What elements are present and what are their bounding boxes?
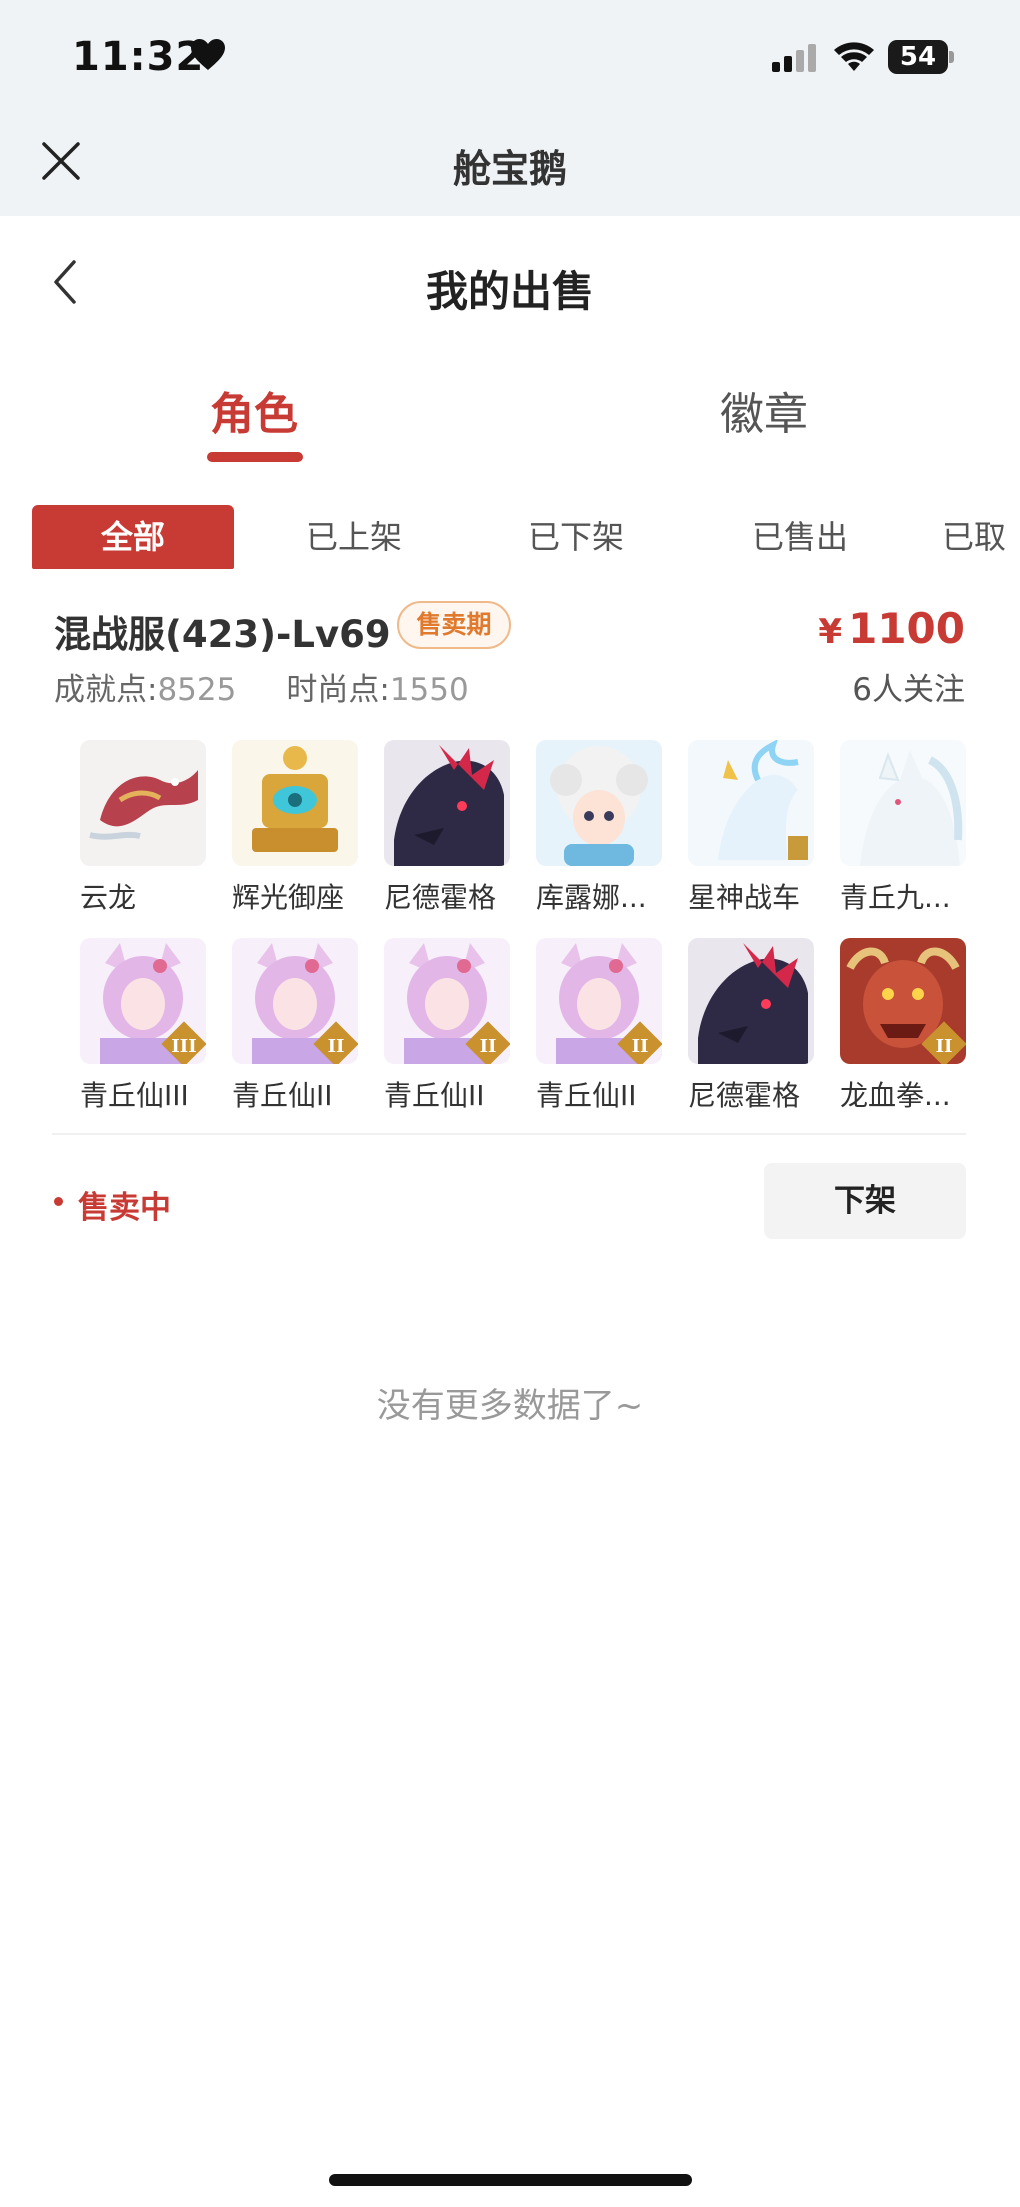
- item-label: 星神战车: [688, 881, 801, 914]
- grid-item[interactable]: 青丘九...: [840, 740, 968, 916]
- item-label: 青丘九...: [840, 881, 951, 914]
- star-chariot-icon: [688, 740, 814, 866]
- item-label: 青丘仙III: [80, 1079, 189, 1112]
- tier-badge: III: [171, 1036, 196, 1057]
- nidhogg-dragon-icon: [688, 938, 814, 1064]
- item-label: 辉光御座: [232, 881, 345, 914]
- grid-item[interactable]: III 青丘仙III: [80, 938, 208, 1114]
- cloud-dragon-icon: [80, 740, 206, 866]
- unlist-button[interactable]: 下架: [764, 1163, 966, 1239]
- battery-level: 54: [899, 42, 937, 72]
- followers-count: 6人关注: [852, 672, 965, 708]
- listing-title[interactable]: 混战服(423)-Lv69: [54, 604, 391, 658]
- tier-badge: II: [480, 1036, 497, 1057]
- sale-period-badge: 售卖期: [397, 601, 511, 649]
- kuluna-character-icon: [536, 740, 662, 866]
- home-indicator[interactable]: [329, 2174, 692, 2186]
- active-tab-indicator: [207, 452, 303, 462]
- item-label: 尼德霍格: [384, 881, 497, 914]
- item-label: 龙血拳...: [840, 1079, 951, 1112]
- top-bar: 11:32 54 舱宝鹅: [0, 0, 1020, 216]
- tab-badge[interactable]: 徽章: [664, 378, 864, 442]
- grid-item[interactable]: 云龙: [80, 740, 208, 916]
- cellular-signal-icon: [772, 44, 816, 72]
- item-label: 库露娜...: [536, 881, 647, 914]
- divider: [52, 1133, 966, 1135]
- tier-badge: II: [936, 1036, 953, 1057]
- fashion-label: 时尚点:: [286, 672, 390, 708]
- grid-item[interactable]: II 青丘仙II: [232, 938, 360, 1114]
- item-label: 青丘仙II: [536, 1079, 637, 1112]
- fox-fairy-icon: II: [384, 938, 510, 1064]
- filter-all[interactable]: 全部: [32, 505, 234, 569]
- grid-item[interactable]: 星神战车: [688, 740, 816, 916]
- item-label: 尼德霍格: [688, 1079, 801, 1112]
- grid-item[interactable]: 辉光御座: [232, 740, 360, 916]
- grid-item[interactable]: 尼德霍格: [384, 740, 512, 916]
- white-fox-icon: [840, 740, 966, 866]
- battery-icon: 54: [888, 40, 954, 74]
- fashion-value: 1550: [389, 672, 469, 708]
- achievement-label: 成就点:: [54, 672, 158, 708]
- filter-listed[interactable]: 已上架: [306, 505, 402, 569]
- grid-item[interactable]: 尼德霍格: [688, 938, 816, 1114]
- grid-item[interactable]: II 龙血拳...: [840, 938, 968, 1114]
- item-label: 青丘仙II: [232, 1079, 333, 1112]
- achievement-value: 8525: [157, 672, 237, 708]
- red-beast-icon: II: [840, 938, 966, 1064]
- item-label: 青丘仙II: [384, 1079, 485, 1112]
- listing-price: ¥1100: [818, 604, 965, 653]
- tab-role[interactable]: 角色: [154, 378, 354, 442]
- price-value: 1100: [848, 604, 965, 653]
- filter-cancelled[interactable]: 已取消: [942, 505, 1020, 569]
- listing-status: 售卖中: [78, 1190, 171, 1226]
- grid-item[interactable]: II 青丘仙II: [536, 938, 664, 1114]
- wifi-icon: [834, 42, 874, 71]
- listing-stats: 成就点:8525 时尚点:1550: [54, 664, 469, 709]
- radiant-throne-icon: [232, 740, 358, 866]
- item-label: 云龙: [80, 881, 137, 914]
- filter-chip-row: 全部 已上架 已下架 已售出 已取消: [0, 505, 1020, 569]
- grid-item[interactable]: II 青丘仙II: [384, 938, 512, 1114]
- fox-fairy-icon: II: [536, 938, 662, 1064]
- filter-sold[interactable]: 已售出: [752, 505, 848, 569]
- grid-item[interactable]: 库露娜...: [536, 740, 664, 916]
- tier-badge: II: [632, 1036, 649, 1057]
- nidhogg-dragon-icon: [384, 740, 510, 866]
- status-dot-icon: [54, 1197, 63, 1206]
- fox-fairy-icon: III: [80, 938, 206, 1064]
- fox-fairy-icon: II: [232, 938, 358, 1064]
- currency-symbol: ¥: [818, 612, 843, 652]
- heart-icon: [191, 39, 225, 70]
- page-title: 我的出售: [425, 267, 594, 316]
- status-time: 11:32: [72, 34, 205, 80]
- app-title: 舱宝鹅: [452, 147, 567, 191]
- no-more-data-text: 没有更多数据了~: [376, 1386, 644, 1426]
- tier-badge: II: [328, 1036, 345, 1057]
- filter-unlisted[interactable]: 已下架: [528, 505, 624, 569]
